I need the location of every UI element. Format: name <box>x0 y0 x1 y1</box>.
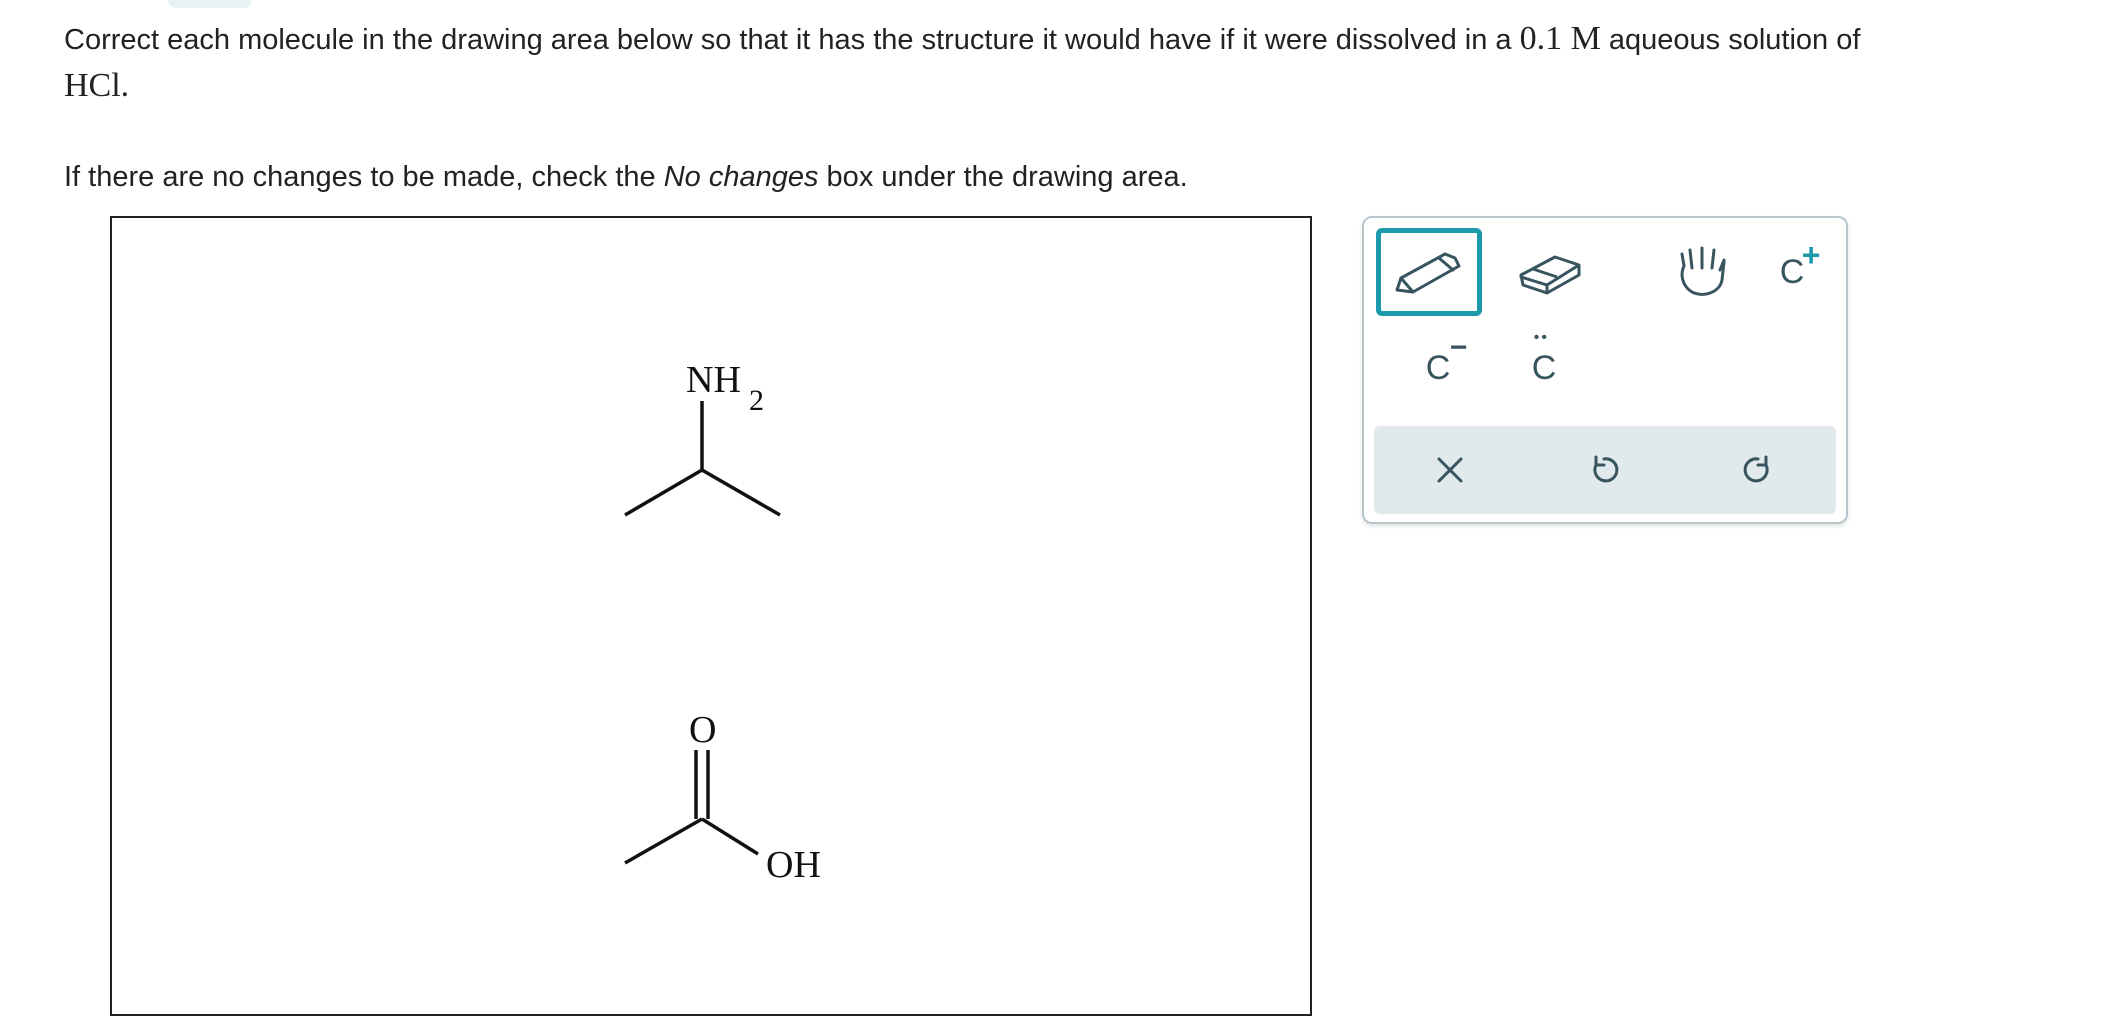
lone-pair-icon: C •• <box>1531 329 1557 388</box>
pencil-icon <box>1395 252 1461 294</box>
undo-button[interactable] <box>1554 430 1654 510</box>
o-label: O <box>689 709 716 751</box>
molecule-isopropylamine[interactable]: NH 2 <box>624 359 781 517</box>
concentration: 0.1 M <box>1519 20 1601 57</box>
prompt-text-3: If there are no changes to be made, chec… <box>64 161 664 193</box>
redo-button[interactable] <box>1708 430 1808 510</box>
negative-charge-tool-button[interactable]: C − <box>1388 328 1488 408</box>
pencil-tool-button[interactable] <box>1376 228 1482 316</box>
prompt-text: Correct each molecule in the drawing are… <box>64 24 1520 56</box>
acid-formula: HCl. <box>64 67 130 104</box>
negative-charge-icon: C − <box>1425 331 1468 388</box>
actions-bar <box>1374 426 1836 514</box>
positive-charge-c: C <box>1779 252 1805 291</box>
molecule-acetic-acid[interactable]: O OH <box>624 709 821 886</box>
eraser-icon <box>1519 255 1581 295</box>
question-prompt: Correct each molecule in the drawing are… <box>64 16 2064 200</box>
bond-c-ch3 <box>624 817 703 865</box>
prompt-text-2: aqueous solution of <box>1600 24 1861 56</box>
drawing-toolbar: C + C − C •• <box>1362 216 1848 524</box>
close-icon <box>1437 457 1463 483</box>
positive-charge-tool-button[interactable]: C + <box>1742 232 1842 312</box>
bond-c-ch3-right <box>701 468 781 517</box>
prompt-text-4: box under the drawing area. <box>818 161 1188 193</box>
eraser-tool-button[interactable] <box>1500 232 1600 312</box>
positive-charge-icon: C + <box>1779 237 1821 292</box>
prompt-line-1: Correct each molecule in the drawing are… <box>64 16 2064 110</box>
hand-icon <box>1680 246 1726 296</box>
drawing-area[interactable]: NH 2 O OH <box>110 216 1312 1016</box>
positive-charge-mark: + <box>1801 236 1821 273</box>
top-tab[interactable] <box>168 0 252 8</box>
undo-icon <box>1593 455 1619 483</box>
hand-tool-button[interactable] <box>1652 232 1752 312</box>
page: Correct each molecule in the drawing are… <box>0 0 2120 1022</box>
lone-pair-mark: •• <box>1533 328 1549 346</box>
redo-icon <box>1743 455 1769 483</box>
lone-pair-tool-button[interactable]: C •• <box>1494 328 1594 408</box>
lone-pair-c: C <box>1531 348 1557 387</box>
nh-subscript: 2 <box>749 384 764 417</box>
oh-label: OH <box>766 844 821 886</box>
nh-label: NH <box>686 359 741 401</box>
no-changes-emphasis: No changes <box>663 161 819 193</box>
molecule-drawing: NH 2 O OH <box>624 359 821 886</box>
bond-c-ch3-left <box>624 468 703 517</box>
clear-button[interactable] <box>1400 430 1500 510</box>
negative-charge-mark: − <box>1449 330 1468 364</box>
bond-c-oh <box>701 817 759 856</box>
prompt-line-2: If there are no changes to be made, chec… <box>64 154 2064 200</box>
negative-charge-c: C <box>1425 348 1451 387</box>
